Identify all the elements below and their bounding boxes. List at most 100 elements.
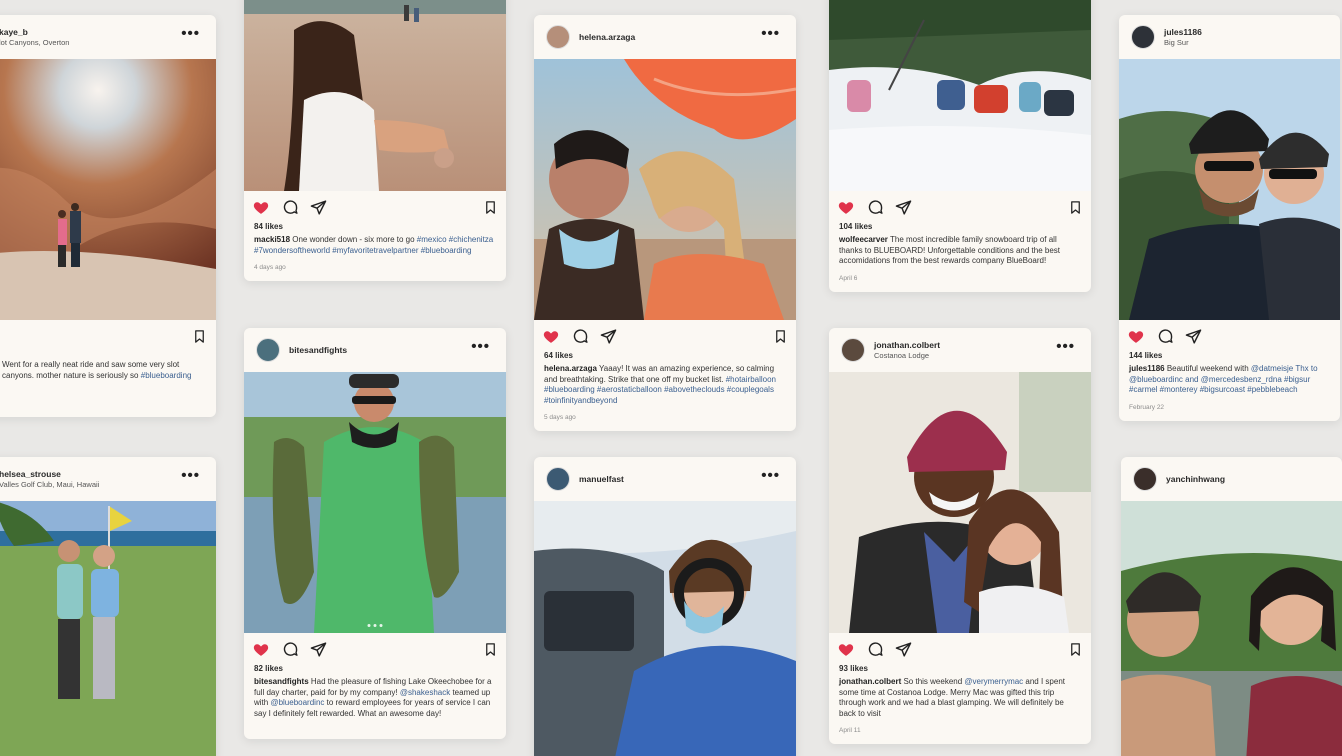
avatar[interactable]: [841, 338, 865, 362]
post-location[interactable]: Big Sur: [1164, 38, 1202, 48]
more-options-icon[interactable]: •••: [471, 339, 490, 354]
mention[interactable]: @verymerrymac: [964, 677, 1023, 686]
like-count[interactable]: 144 likes: [1119, 351, 1340, 360]
avatar[interactable]: [1131, 25, 1155, 49]
caption-username[interactable]: macki518: [254, 235, 290, 244]
comment-icon[interactable]: [867, 641, 884, 658]
comment-icon[interactable]: [1157, 328, 1174, 345]
post-photo[interactable]: [0, 501, 216, 756]
mention[interactable]: @shakeshack: [400, 688, 450, 697]
photo-hot-spring: [1121, 501, 1342, 756]
comment-icon[interactable]: [282, 641, 299, 658]
post-location[interactable]: lot Canyons, Overton: [0, 38, 69, 48]
photo-beach-hand: [244, 0, 506, 191]
bookmark-icon[interactable]: [483, 641, 498, 658]
caption-username[interactable]: jules1186: [1129, 364, 1165, 373]
post-photo[interactable]: [1119, 59, 1340, 320]
post-caption: wolfeecarver The most incredible family …: [839, 235, 1061, 265]
post-location[interactable]: Costanoa Lodge: [874, 351, 940, 361]
caption-username[interactable]: helena.arzaga: [544, 364, 597, 373]
like-count[interactable]: 84 likes: [244, 222, 506, 231]
post-date: April 6: [839, 274, 858, 282]
post-caption: jonathan.colbert So this weekend @veryme…: [839, 677, 1065, 718]
carousel-dots[interactable]: [367, 624, 383, 627]
avatar[interactable]: [546, 25, 570, 49]
more-options-icon[interactable]: •••: [181, 468, 200, 483]
post-header: jules1186 Big Sur: [1119, 15, 1340, 59]
photo-snow-group: [829, 0, 1091, 191]
photo-slot-canyon: [0, 59, 216, 320]
heart-icon[interactable]: [252, 641, 270, 658]
photo-cockpit: [534, 501, 796, 756]
comment-icon[interactable]: [282, 199, 299, 216]
post-card-kaye-b: kaye_b lot Canyons, Overton ••• Went for…: [0, 15, 216, 417]
caption-username[interactable]: wolfeecarver: [839, 235, 888, 244]
share-icon[interactable]: [310, 199, 327, 216]
post-photo[interactable]: [244, 0, 506, 191]
post-username[interactable]: jonathan.colbert: [874, 340, 940, 351]
bookmark-icon[interactable]: [1068, 199, 1083, 216]
share-icon[interactable]: [895, 641, 912, 658]
photo-hot-air-balloon: [534, 59, 796, 320]
mention[interactable]: @blueboardinc: [270, 698, 324, 707]
post-date: February 22: [1129, 403, 1165, 411]
share-icon[interactable]: [600, 328, 617, 345]
post-username[interactable]: manuelfast: [579, 474, 624, 485]
post-username[interactable]: yanchinhwang: [1166, 474, 1225, 485]
more-options-icon[interactable]: •••: [761, 468, 780, 483]
post-header: helsea_strouse Valles Golf Club, Maui, H…: [0, 457, 216, 501]
share-icon[interactable]: [895, 199, 912, 216]
avatar[interactable]: [256, 338, 280, 362]
post-photo[interactable]: [534, 59, 796, 320]
bookmark-icon[interactable]: [773, 328, 788, 345]
comment-icon[interactable]: [572, 328, 589, 345]
post-caption: jules1186 Beautiful weekend with @datmei…: [1129, 364, 1318, 394]
comment-icon[interactable]: [867, 199, 884, 216]
post-card-helena-arzaga: helena.arzaga ••• 64 likes helena.arzaga…: [534, 15, 796, 431]
post-username[interactable]: kaye_b: [0, 27, 69, 38]
more-options-icon[interactable]: •••: [1056, 339, 1075, 354]
photo-couple-lodge: [829, 372, 1091, 633]
post-username[interactable]: helena.arzaga: [579, 32, 635, 43]
share-icon[interactable]: [1185, 328, 1202, 345]
heart-icon[interactable]: [252, 199, 270, 216]
like-count[interactable]: 93 likes: [829, 664, 1091, 673]
post-actions: [0, 320, 216, 350]
heart-icon[interactable]: [837, 199, 855, 216]
heart-icon[interactable]: [1127, 328, 1145, 345]
caption-username[interactable]: bitesandfights: [254, 677, 309, 686]
caption-username[interactable]: jonathan.colbert: [839, 677, 901, 686]
avatar[interactable]: [546, 467, 570, 491]
post-caption: helena.arzaga Yaaay! It was an amazing e…: [544, 364, 776, 405]
post-location[interactable]: Valles Golf Club, Maui, Hawaii: [0, 480, 99, 490]
post-username[interactable]: jules1186: [1164, 27, 1202, 38]
post-card-bitesandfights: bitesandfights ••• 82 likes bitesandfigh…: [244, 328, 506, 739]
post-photo[interactable]: [534, 501, 796, 756]
post-wall: kaye_b lot Canyons, Overton ••• Went for…: [0, 0, 1342, 756]
post-header: helena.arzaga •••: [534, 15, 796, 59]
post-photo[interactable]: [1121, 501, 1342, 756]
share-icon[interactable]: [310, 641, 327, 658]
more-options-icon[interactable]: •••: [181, 26, 200, 41]
more-options-icon[interactable]: •••: [761, 26, 780, 41]
post-date: 4 days ago: [254, 264, 286, 271]
like-count[interactable]: 64 likes: [534, 351, 796, 360]
post-photo[interactable]: [829, 372, 1091, 633]
post-username[interactable]: bitesandfights: [289, 345, 347, 356]
hashtags[interactable]: #blueboarding: [141, 371, 192, 380]
bookmark-icon[interactable]: [483, 199, 498, 216]
heart-icon[interactable]: [542, 328, 560, 345]
bookmark-icon[interactable]: [1068, 641, 1083, 658]
post-card-helsea-strouse: helsea_strouse Valles Golf Club, Maui, H…: [0, 457, 216, 756]
post-photo[interactable]: [244, 372, 506, 633]
avatar[interactable]: [1133, 467, 1157, 491]
bookmark-icon[interactable]: [192, 328, 207, 345]
post-header: yanchinhwang: [1121, 457, 1342, 501]
post-username[interactable]: helsea_strouse: [0, 469, 99, 480]
heart-icon[interactable]: [837, 641, 855, 658]
post-card-jonathan-colbert: jonathan.colbert Costanoa Lodge ••• 93 l…: [829, 328, 1091, 744]
post-photo[interactable]: [0, 59, 216, 320]
post-photo[interactable]: [829, 0, 1091, 191]
like-count[interactable]: 104 likes: [829, 222, 1091, 231]
like-count[interactable]: 82 likes: [244, 664, 506, 673]
